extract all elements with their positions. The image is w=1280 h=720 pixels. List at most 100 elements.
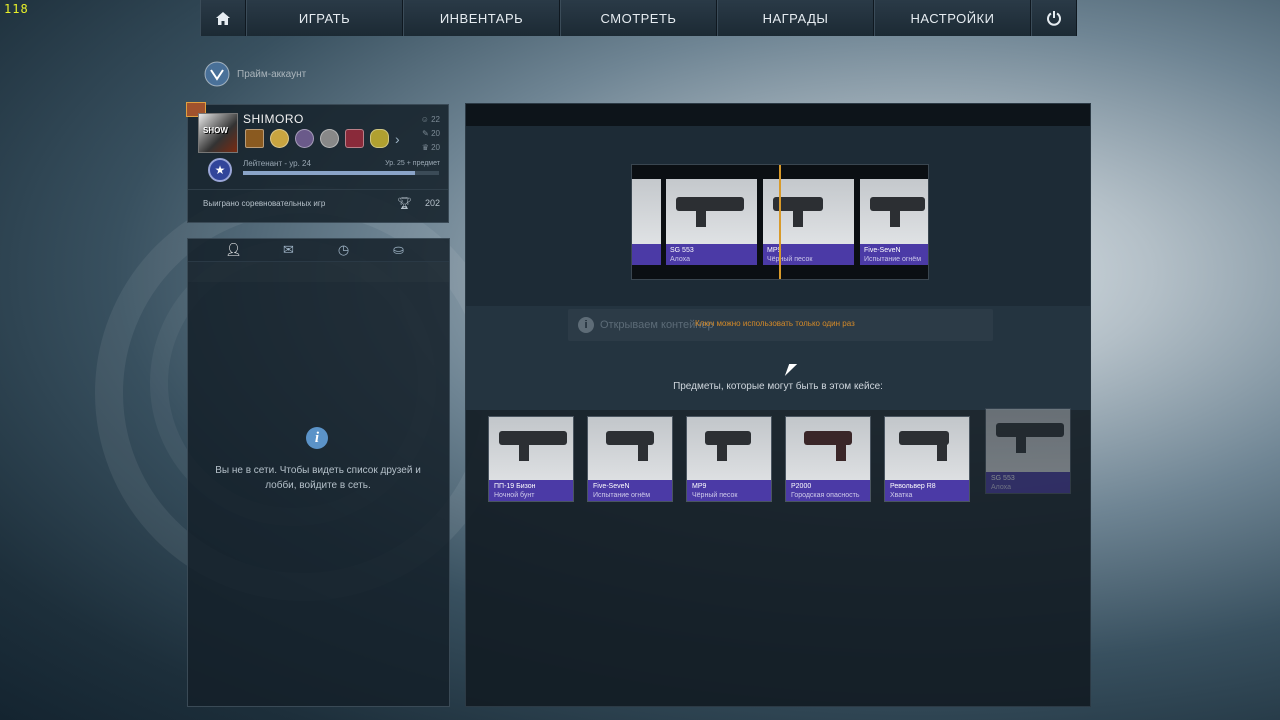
case-item-name: P2000 [791,483,812,490]
chevron-right-icon[interactable]: › [395,131,400,147]
player-name[interactable]: SHIMORO [243,112,304,126]
key-warning: Ключ можно использовать только один раз [695,319,855,328]
case-item-name: ПП-19 Бизон [494,483,536,490]
power-button[interactable] [1031,0,1077,36]
clock-icon: ◷ [337,242,350,257]
reel-item-label: SG 553 Алоха [666,244,757,265]
weapon-grip [519,443,529,461]
case-item[interactable]: Револьвер R8 Хватка [884,416,970,502]
case-item[interactable]: MP9 Чёрный песок [686,416,772,502]
nav-play[interactable]: ИГРАТЬ [246,0,403,36]
avatar[interactable]: SHOW [198,113,238,153]
power-icon [1047,11,1061,26]
tab-friends[interactable]: 👤︎ [206,239,261,261]
friends-tabs: 👤︎ ✉︎ ◷ ⛀ [188,239,449,261]
profile-stats: ☺ 22 ✎ 20 ♛ 20 [421,113,440,155]
case-panel-header [466,104,1090,126]
reel-item-label: Five-SeveN Испытание огнём [860,244,928,265]
silver-medal-icon[interactable] [320,129,339,148]
trophy-icon: 🏆︎ [396,196,412,210]
fps-counter: 118 [4,2,29,16]
xp-fill [243,171,416,175]
nav-inventory[interactable]: ИНВЕНТАРЬ [403,0,560,36]
reel-item-skin: Алоха [670,256,690,263]
prime-badge: Прайм-аккаунт [203,60,306,88]
nav-watch[interactable]: СМОТРЕТЬ [560,0,717,36]
reel-item-name: Five-SeveN [864,247,901,254]
info-icon: i [578,317,594,333]
nav-awards[interactable]: НАГРАДЫ [717,0,874,36]
person-icon: 👤︎ [225,242,242,257]
case-item-label: MP9 Чёрный песок [687,480,771,501]
commendation-teacher: ✎ 20 [422,129,440,138]
reel-item: SG 553 Алоха [666,179,757,265]
weapon-grip [696,209,706,227]
medal-row: › [245,129,400,148]
weapon-image [996,423,1064,437]
wins-value: 202 [424,198,440,208]
prime-badge-text: Прайм-аккаунт [237,68,307,80]
reel-marker [779,165,781,279]
case-item-name: SG 553 [991,475,1015,482]
group-icon: ⛀ [393,242,404,257]
friends-toolbar [188,261,449,282]
reel-item-skin: Испытание огнём [864,256,922,263]
weapon-grip [717,443,727,461]
tab-lobbies[interactable]: ⛀ [371,239,426,261]
divider [188,189,448,190]
weapon-grip [1016,435,1026,453]
weapon-image [676,197,744,211]
reel-item: Five-SeveN Испытание огнём [860,179,928,265]
nav-settings[interactable]: НАСТРОЙКИ [874,0,1031,36]
case-item[interactable]: ПП-19 Бизон Ночной бунт [488,416,574,502]
weapon-image [499,431,567,445]
xp-bar [243,171,439,175]
reel-item-label [632,244,661,265]
wins-label: Выиграно соревновательных игр [203,199,326,208]
shield-medal-icon[interactable] [345,129,364,148]
case-item[interactable]: Five-SeveN Испытание огнём [587,416,673,502]
home-icon [216,11,230,25]
reel-item-name: SG 553 [670,247,694,254]
case-item-skin: Городская опасность [791,492,860,499]
case-item-skin: Хватка [890,492,913,499]
rank-label: Лейтенант - ур. 24 [243,159,311,168]
home-button[interactable] [200,0,246,36]
weapon-image [705,431,751,445]
reel-item-partial [632,179,661,265]
case-item-skin: Чёрный песок [692,492,738,499]
case-item-skin: Алоха [991,484,1011,491]
next-rank-label: Ур. 25 + предмет [385,160,440,167]
case-contents-label: Предметы, которые могут быть в этом кейс… [673,381,883,392]
case-item-skin: Испытание огнём [593,492,651,499]
gold-medal-icon[interactable] [270,129,289,148]
weapon-grip [890,209,900,227]
case-item-label: Револьвер R8 Хватка [885,480,969,501]
case-item-label: SG 553 Алоха [986,472,1070,493]
pin-medal-icon[interactable] [370,129,389,148]
weapon-grip [793,209,803,227]
case-item[interactable]: SG 553 Алоха [985,408,1071,494]
case-item-label: P2000 Городская опасность [786,480,870,501]
case-item-name: MP9 [692,483,707,490]
case-item-label: ПП-19 Бизон Ночной бунт [489,480,573,501]
weapon-grip [638,443,648,461]
weapon-grip [937,443,947,461]
offline-message: Вы не в сети. Чтобы видеть список друзей… [215,465,421,491]
tab-invites[interactable]: ✉︎ [261,239,316,261]
reel-item-label: MP9 Чёрный песок [763,244,854,265]
avatar-text: SHOW [203,126,228,135]
case-item-name: Револьвер R8 [890,483,936,490]
coin-medal-icon[interactable] [245,129,264,148]
case-reel: SG 553 Алоха MP9 Чёрный песок Five-SeveN Ис… [631,164,929,280]
case-item-skin: Ночной бунт [494,492,535,499]
case-item[interactable]: P2000 Городская опасность [785,416,871,502]
case-item-name: Five-SeveN [593,483,630,490]
dagger-medal-icon[interactable] [295,129,314,148]
info-icon: i [306,427,328,449]
friends-panel: 👤︎ ✉︎ ◷ ⛀ i Вы не в сети. Чтобы видеть с… [187,238,450,707]
tab-recent[interactable]: ◷ [316,239,371,261]
profile-card: SHOW SHIMORO › ☺ 22 ✎ 20 ♛ 20 ★ Лейтенан… [186,102,449,223]
prime-shield-icon [204,61,230,87]
commendation-leader: ♛ 20 [421,143,440,152]
